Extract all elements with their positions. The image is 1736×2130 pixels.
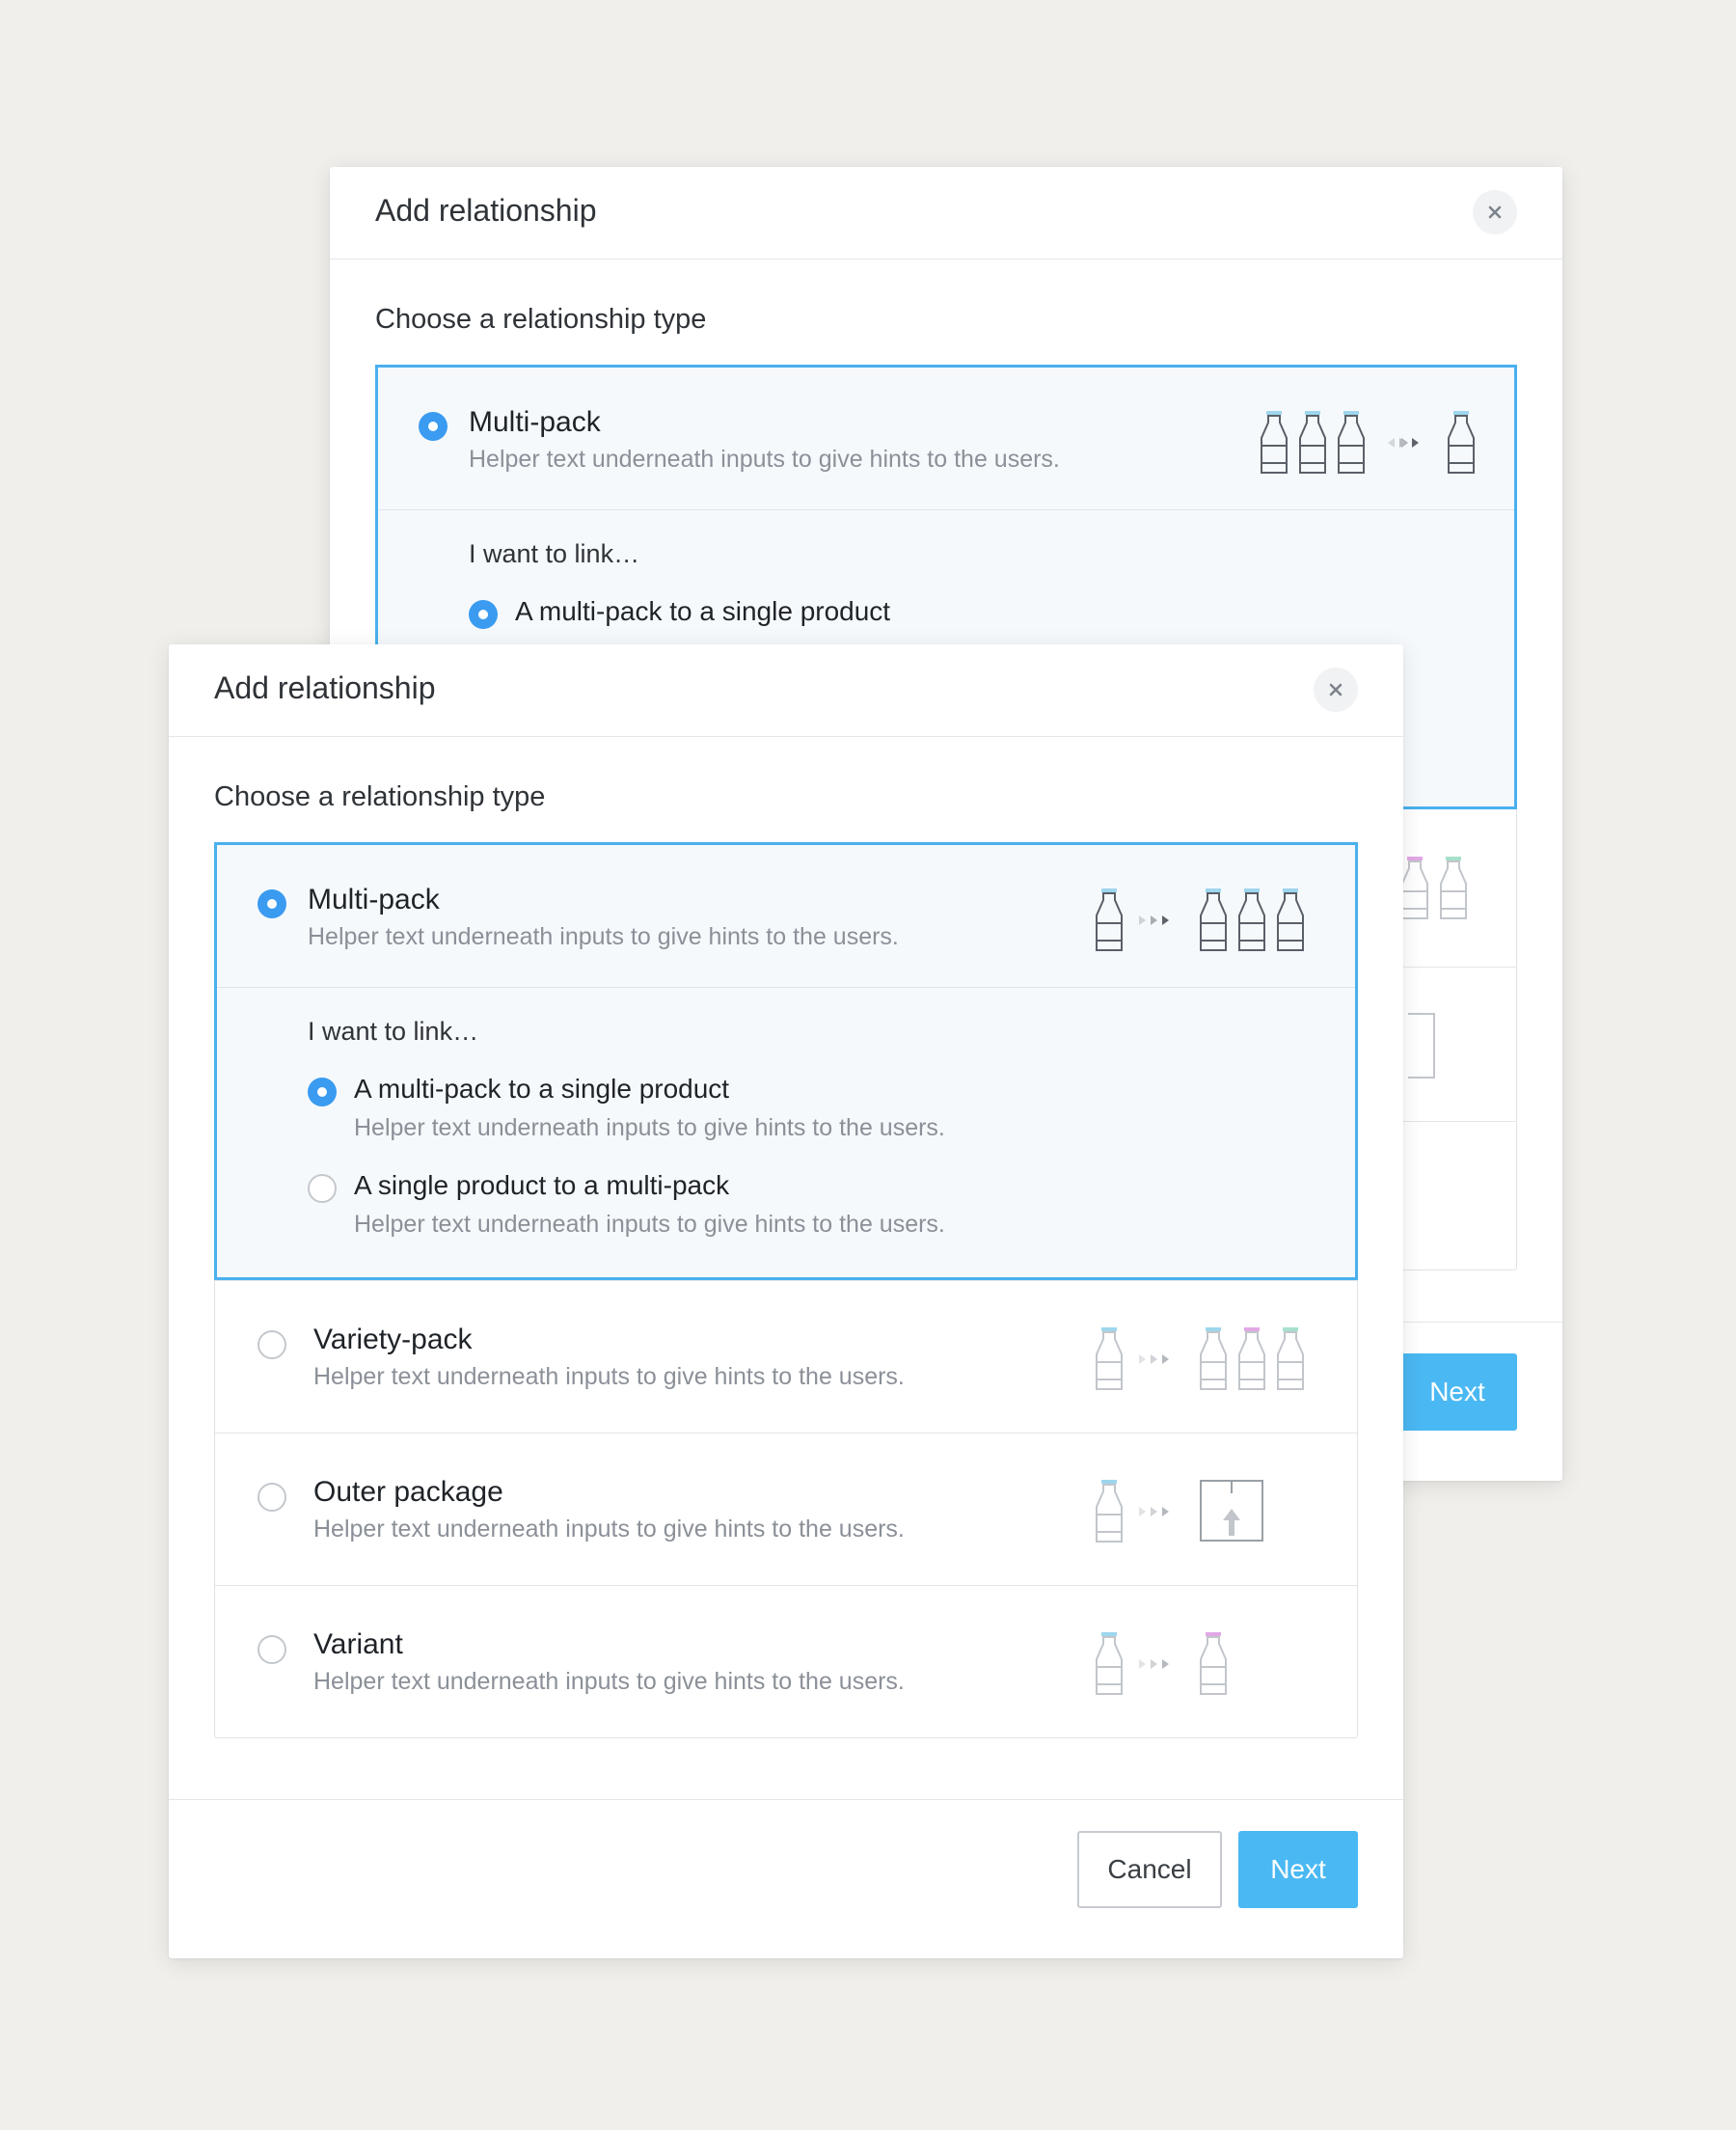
multipack-to-single-icon	[1261, 411, 1475, 474]
link-direction-group: I want to link… A multi-pack to a single…	[217, 988, 1355, 1277]
next-button[interactable]: Next	[1397, 1353, 1517, 1431]
option-variety-pack[interactable]: Variety-pack Helper text underneath inpu…	[215, 1280, 1357, 1433]
cancel-button[interactable]: Cancel	[1077, 1831, 1222, 1908]
option-help: Helper text underneath inputs to give hi…	[313, 1516, 905, 1543]
link-direction-label: I want to link…	[469, 539, 640, 568]
variant-icon	[1096, 1632, 1227, 1695]
next-button[interactable]: Next	[1238, 1831, 1358, 1908]
option-title: Multi-pack	[308, 884, 440, 915]
modal-footer: Cancel Next	[169, 1799, 1403, 1958]
link-option-multipack-to-single[interactable]: A multi-pack to a single product Helper …	[308, 1074, 1355, 1170]
option-title: Multi-pack	[469, 406, 601, 438]
link-option-title: A single product to a multi-pack	[354, 1170, 730, 1200]
variety-pack-icon	[1401, 857, 1467, 919]
option-outer-package[interactable]: Outer package Helper text underneath inp…	[215, 1433, 1357, 1585]
option-help: Helper text underneath inputs to give hi…	[308, 923, 899, 950]
close-button[interactable]	[1473, 190, 1517, 234]
close-icon	[1329, 683, 1343, 696]
radio-outer-package[interactable]	[258, 1483, 286, 1512]
modal-title: Add relationship	[214, 670, 436, 705]
link-direction-label: I want to link…	[308, 1017, 479, 1046]
option-multi-pack[interactable]: Multi-pack Helper text underneath inputs…	[214, 842, 1358, 1280]
modal-title: Add relationship	[375, 193, 597, 228]
link-option-help: Helper text underneath inputs to give hi…	[354, 1114, 945, 1141]
link-option-title: A multi-pack to a single product	[515, 596, 891, 626]
radio-variety-pack[interactable]	[258, 1330, 286, 1359]
radio-variant[interactable]	[258, 1635, 286, 1664]
section-label: Choose a relationship type	[214, 781, 546, 812]
radio-multipack-to-single[interactable]	[469, 600, 498, 629]
option-help: Helper text underneath inputs to give hi…	[469, 446, 1060, 473]
relationship-options: Multi-pack Helper text underneath inputs…	[214, 842, 1358, 1738]
option-title: Outer package	[313, 1476, 503, 1508]
link-option-single-to-multipack[interactable]: A single product to a multi-pack Helper …	[308, 1170, 1355, 1267]
variety-pack-icon	[1096, 1327, 1304, 1390]
radio-single-to-multipack[interactable]	[308, 1174, 337, 1203]
close-button[interactable]	[1314, 668, 1358, 712]
single-to-multipack-icon	[1096, 888, 1304, 951]
radio-multipack-to-single[interactable]	[308, 1078, 337, 1106]
option-variant[interactable]: Variant Helper text underneath inputs to…	[215, 1585, 1357, 1737]
close-icon	[1488, 205, 1502, 219]
modal-header: Add relationship	[169, 644, 1403, 737]
link-option-help: Helper text underneath inputs to give hi…	[354, 1211, 945, 1238]
link-option-title: A multi-pack to a single product	[354, 1074, 730, 1104]
section-label: Choose a relationship type	[375, 304, 707, 335]
outer-package-icon	[1096, 1480, 1263, 1543]
modal-header: Add relationship	[330, 167, 1562, 259]
option-title: Variety-pack	[313, 1324, 473, 1355]
radio-multi-pack[interactable]	[419, 412, 448, 441]
front-modal: Add relationship Choose a relationship t…	[169, 644, 1403, 1958]
option-help: Helper text underneath inputs to give hi…	[313, 1363, 905, 1390]
option-title: Variant	[313, 1628, 403, 1660]
outer-box-icon	[1408, 1013, 1435, 1079]
radio-multi-pack[interactable]	[258, 889, 286, 918]
option-help: Helper text underneath inputs to give hi…	[313, 1668, 905, 1695]
